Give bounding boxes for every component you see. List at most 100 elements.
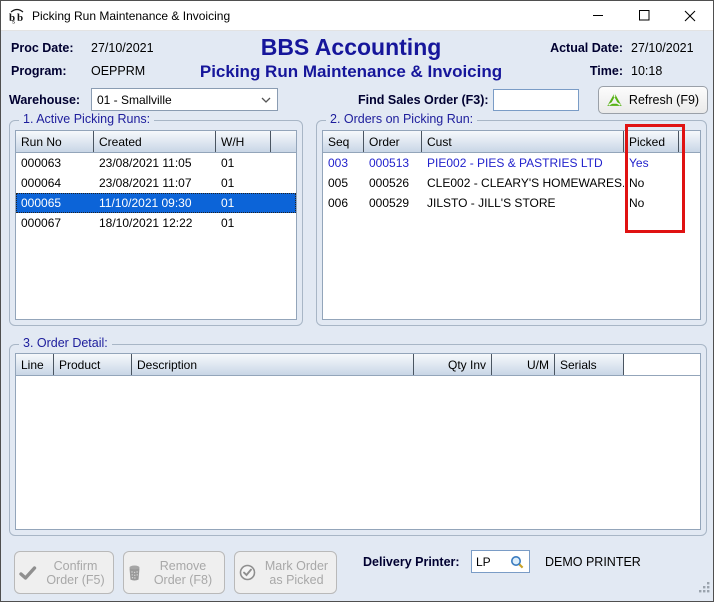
resize-grip[interactable] bbox=[697, 580, 710, 598]
cell-created: 18/10/2021 12:22 bbox=[94, 213, 216, 233]
warehouse-select[interactable]: 01 - Smallville bbox=[91, 88, 278, 111]
cell-created: 11/10/2021 09:30 bbox=[94, 193, 216, 213]
recycle-icon bbox=[607, 93, 622, 107]
chevron-down-icon bbox=[261, 97, 271, 103]
picking-runs-header: Run No Created W/H bbox=[16, 131, 296, 153]
cell-created: 23/08/2021 11:05 bbox=[94, 153, 216, 173]
cell-picked: No bbox=[624, 173, 679, 193]
column-header-empty bbox=[624, 354, 700, 375]
cell-order: 000529 bbox=[364, 193, 422, 213]
check-icon bbox=[19, 566, 37, 580]
actual-date-label: Actual Date: bbox=[550, 41, 623, 55]
order-detail-title: 3. Order Detail: bbox=[19, 336, 112, 350]
cell-seq: 006 bbox=[323, 193, 364, 213]
svg-text:b: b bbox=[17, 12, 23, 24]
picking-runs-list[interactable]: Run No Created W/H 000063 23/08/2021 11:… bbox=[15, 130, 297, 320]
minimize-icon bbox=[593, 10, 604, 21]
column-header-serials: Serials bbox=[555, 354, 624, 375]
column-header-description: Description bbox=[132, 354, 414, 375]
program-label: Program: bbox=[11, 64, 91, 78]
circled-check-icon bbox=[239, 564, 256, 581]
remove-order-button[interactable]: Remove Order (F8) bbox=[123, 551, 225, 594]
remove-order-label: Remove Order (F8) bbox=[146, 559, 220, 587]
order-detail-group: 3. Order Detail: Line Product Descriptio… bbox=[9, 344, 707, 536]
cell-created: 23/08/2021 11:07 bbox=[94, 173, 216, 193]
minimize-button[interactable] bbox=[575, 1, 621, 30]
picking-run-row-selected[interactable]: 000065 11/10/2021 09:30 01 bbox=[16, 193, 296, 213]
mark-order-as-picked-label: Mark Order as Picked bbox=[261, 559, 332, 587]
order-row[interactable]: 005 000526 CLE002 - CLEARY'S HOMEWARES..… bbox=[323, 173, 700, 193]
refresh-button[interactable]: Refresh (F9) bbox=[598, 86, 708, 114]
cell-picked: Yes bbox=[624, 153, 679, 173]
maximize-icon bbox=[639, 10, 650, 21]
trash-icon bbox=[128, 565, 141, 581]
cell-run-no: 000065 bbox=[16, 193, 94, 213]
cell-wh: 01 bbox=[216, 173, 271, 193]
warehouse-label: Warehouse: bbox=[9, 93, 80, 107]
maximize-button[interactable] bbox=[621, 1, 667, 30]
column-header-empty bbox=[679, 131, 700, 152]
picking-run-row[interactable]: 000063 23/08/2021 11:05 01 bbox=[16, 153, 296, 173]
column-header-order: Order bbox=[364, 131, 422, 152]
cell-wh: 01 bbox=[216, 193, 271, 213]
page-title: BBS Accounting bbox=[121, 34, 581, 61]
column-header-qty-inv: Qty Inv bbox=[414, 354, 492, 375]
column-header-wh: W/H bbox=[216, 131, 271, 152]
warehouse-selected-value: 01 - Smallville bbox=[97, 93, 172, 107]
find-sales-order-input[interactable] bbox=[493, 89, 579, 111]
cell-seq: 003 bbox=[323, 153, 364, 173]
column-header-line: Line bbox=[16, 354, 54, 375]
refresh-button-label: Refresh (F9) bbox=[629, 93, 699, 107]
active-picking-runs-group: 1. Active Picking Runs: Run No Created W… bbox=[9, 120, 303, 326]
order-detail-list[interactable]: Line Product Description Qty Inv U/M Ser… bbox=[15, 353, 701, 530]
column-header-cust: Cust bbox=[422, 131, 624, 152]
column-header-product: Product bbox=[54, 354, 132, 375]
order-row[interactable]: 006 000529 JILSTO - JILL'S STORE No bbox=[323, 193, 700, 213]
cell-order: 000513 bbox=[364, 153, 422, 173]
cell-wh: 01 bbox=[216, 153, 271, 173]
magnifier-lookup-icon[interactable] bbox=[510, 555, 524, 569]
order-detail-header: Line Product Description Qty Inv U/M Ser… bbox=[16, 354, 700, 376]
close-button[interactable] bbox=[667, 1, 713, 30]
delivery-printer-field bbox=[471, 550, 530, 573]
column-header-created: Created bbox=[94, 131, 216, 152]
column-header-run-no: Run No bbox=[16, 131, 94, 152]
cell-run-no: 000064 bbox=[16, 173, 94, 193]
header-right: Actual Date: 27/10/2021 Time: 10:18 bbox=[550, 41, 707, 78]
cell-run-no: 000067 bbox=[16, 213, 94, 233]
app-window: b b s Picking Run Maintenance & Invoicin… bbox=[0, 0, 714, 602]
picking-run-row[interactable]: 000064 23/08/2021 11:07 01 bbox=[16, 173, 296, 193]
picking-run-row[interactable]: 000067 18/10/2021 12:22 01 bbox=[16, 213, 296, 233]
cell-wh: 01 bbox=[216, 213, 271, 233]
app-logo-icon: b b s bbox=[8, 8, 26, 24]
cell-cust: JILSTO - JILL'S STORE bbox=[422, 193, 624, 213]
confirm-order-button[interactable]: Confirm Order (F5) bbox=[14, 551, 114, 594]
delivery-printer-input[interactable] bbox=[472, 555, 510, 569]
orders-on-picking-run-group: 2. Orders on Picking Run: Seq Order Cust… bbox=[316, 120, 707, 326]
cell-order: 000526 bbox=[364, 173, 422, 193]
svg-text:s: s bbox=[12, 19, 15, 24]
mark-order-as-picked-button[interactable]: Mark Order as Picked bbox=[234, 551, 337, 594]
order-row[interactable]: 003 000513 PIE002 - PIES & PASTRIES LTD … bbox=[323, 153, 700, 173]
column-header-empty bbox=[271, 131, 296, 152]
cell-cust: CLE002 - CLEARY'S HOMEWARES.. bbox=[422, 173, 624, 193]
time-value: 10:18 bbox=[631, 64, 707, 78]
orders-on-picking-run-title: 2. Orders on Picking Run: bbox=[326, 112, 477, 126]
orders-list[interactable]: Seq Order Cust Picked 003 000513 PIE002 … bbox=[322, 130, 701, 320]
time-label: Time: bbox=[550, 64, 623, 78]
cell-seq: 005 bbox=[323, 173, 364, 193]
proc-date-label: Proc Date: bbox=[11, 41, 91, 55]
delivery-printer-label: Delivery Printer: bbox=[363, 555, 460, 569]
window-body: Proc Date: 27/10/2021 Program: OEPPRM BB… bbox=[1, 31, 713, 601]
cell-run-no: 000063 bbox=[16, 153, 94, 173]
delivery-printer-name: DEMO PRINTER bbox=[545, 555, 641, 569]
title-bar: b b s Picking Run Maintenance & Invoicin… bbox=[1, 1, 713, 31]
cell-picked: No bbox=[624, 193, 679, 213]
close-icon bbox=[684, 10, 696, 22]
active-picking-runs-title: 1. Active Picking Runs: bbox=[19, 112, 154, 126]
cell-cust: PIE002 - PIES & PASTRIES LTD bbox=[422, 153, 624, 173]
column-header-picked: Picked bbox=[624, 131, 679, 152]
window-title: Picking Run Maintenance & Invoicing bbox=[32, 9, 230, 23]
column-header-seq: Seq bbox=[323, 131, 364, 152]
find-sales-order-label: Find Sales Order (F3): bbox=[358, 93, 489, 107]
